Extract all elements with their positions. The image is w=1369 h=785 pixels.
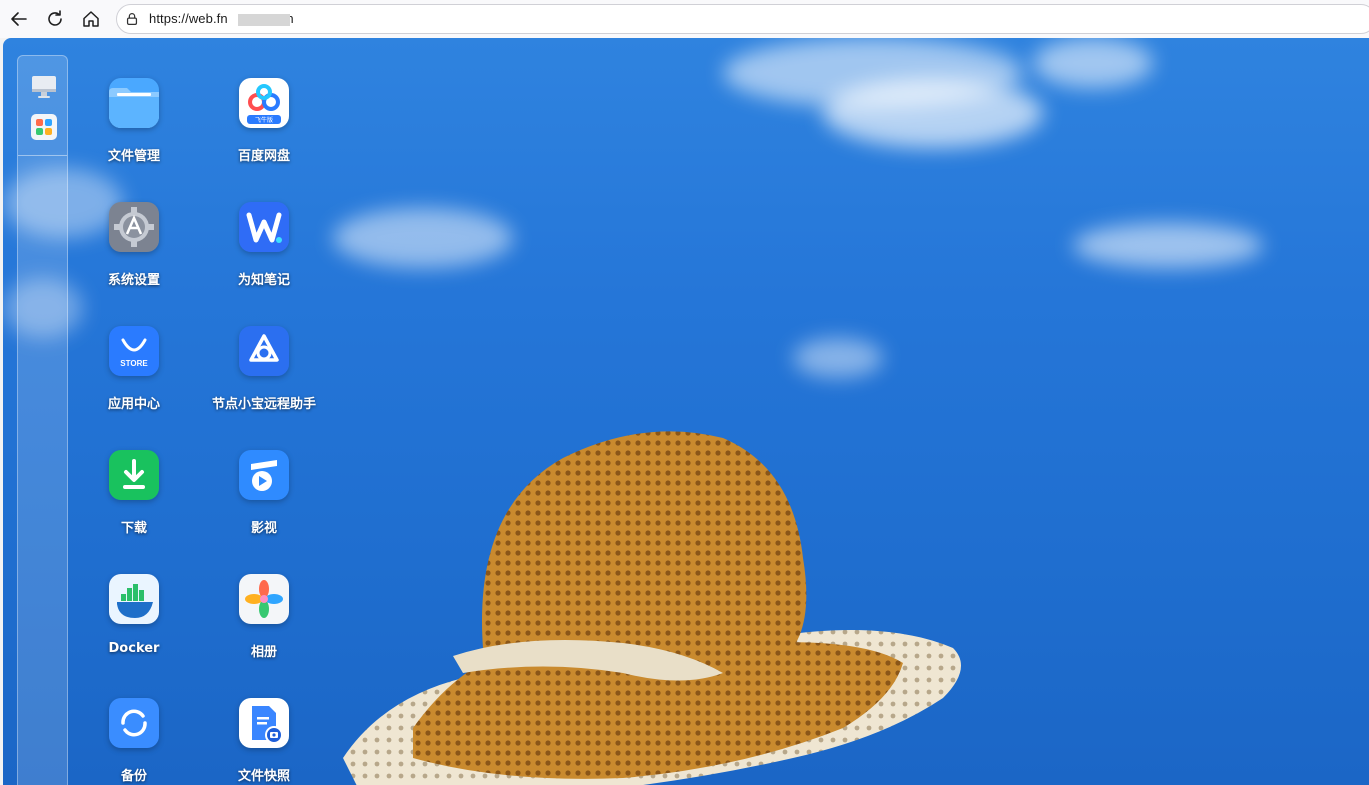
address-bar[interactable]: https://web.fncn [116, 4, 1369, 34]
app-file-snapshot[interactable]: 文件快照 [204, 698, 324, 785]
backup-icon [109, 698, 159, 748]
app-system-settings[interactable]: 系统设置 [74, 202, 194, 312]
app-baidu-netdisk[interactable]: 飞牛版 百度网盘 [204, 78, 324, 188]
app-label: 文件快照 [237, 769, 290, 784]
app-docker[interactable]: Docker [74, 574, 194, 684]
app-video[interactable]: 影视 [204, 450, 324, 560]
photos-icon [239, 574, 289, 624]
netdisk-badge-text: 飞牛版 [255, 116, 273, 124]
cloud [1073, 223, 1263, 268]
reload-button[interactable] [41, 5, 69, 33]
app-file-manager[interactable]: 文件管理 [74, 78, 194, 188]
app-launcher-icon [36, 119, 52, 135]
store-icon: STORE [109, 326, 159, 376]
app-photos[interactable]: 相册 [204, 574, 324, 684]
desktop[interactable]: 文件管理 系统设置 STORE 应用中心 下载 Docker 备份 飞牛版 百度… [3, 38, 1369, 785]
video-icon [239, 450, 289, 500]
cloud [333, 208, 513, 268]
lock-icon[interactable] [123, 10, 141, 28]
app-label: 影视 [250, 521, 277, 536]
browser-toolbar: https://web.fncn [0, 0, 1369, 38]
app-label: 为知笔记 [237, 273, 290, 288]
app-backup[interactable]: 备份 [74, 698, 194, 785]
desktop-icon [32, 76, 56, 98]
app-label: 相册 [250, 645, 277, 660]
app-store[interactable]: STORE 应用中心 [74, 326, 194, 436]
app-label: 百度网盘 [237, 149, 290, 164]
dock-desktop-button[interactable] [31, 74, 57, 100]
cloud [823, 78, 1043, 148]
wallpaper-hat-image [343, 431, 961, 785]
download-icon [109, 450, 159, 500]
dock-app-launcher-button[interactable] [31, 114, 57, 140]
redacted-url-segment [238, 14, 290, 26]
baidu-netdisk-icon: 飞牛版 [239, 78, 289, 128]
app-download[interactable]: 下载 [74, 450, 194, 560]
cloud [1033, 38, 1153, 88]
home-icon [83, 11, 99, 27]
home-button[interactable] [77, 5, 105, 33]
arrow-left-icon [11, 12, 27, 26]
app-node-remote-assistant[interactable]: 节点小宝远程助手 [204, 326, 324, 436]
wiz-note-icon [239, 202, 289, 252]
node-remote-icon [239, 326, 289, 376]
side-dock [17, 55, 68, 785]
reload-icon [48, 10, 62, 26]
file-snapshot-icon [239, 698, 289, 748]
store-badge-text: STORE [120, 359, 148, 368]
gear-icon [109, 202, 159, 252]
app-label: 节点小宝远程助手 [211, 397, 316, 412]
docker-icon [109, 574, 159, 624]
back-button[interactable] [5, 5, 33, 33]
cloud [793, 338, 883, 378]
app-wiz-note[interactable]: 为知笔记 [204, 202, 324, 312]
folder-icon [109, 78, 159, 128]
